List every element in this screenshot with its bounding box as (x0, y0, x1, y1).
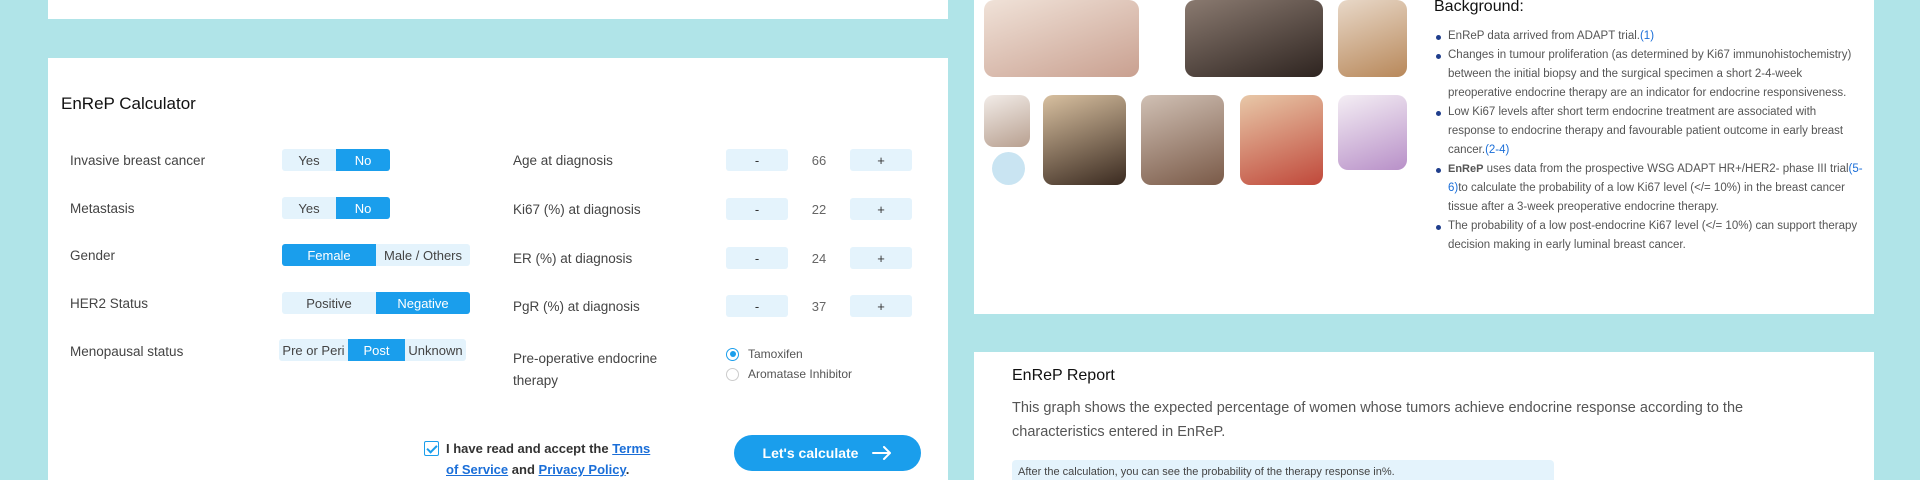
woman-photo-6 (1141, 95, 1224, 185)
menopausal-label: Menopausal status (70, 344, 184, 359)
age-increment-button[interactable]: + (850, 149, 912, 171)
report-description: This graph shows the expected percentage… (1012, 400, 1744, 440)
metastasis-no-option[interactable]: No (336, 197, 390, 219)
woman-photo-8 (1338, 95, 1407, 170)
er-value[interactable]: 24 (788, 251, 850, 266)
her2-toggle: Positive Negative (282, 292, 470, 314)
calculator-card (48, 58, 948, 480)
invasive-label: Invasive breast cancer (70, 153, 206, 168)
woman-photo-5 (1043, 95, 1126, 185)
metastasis-toggle: Yes No (282, 197, 390, 219)
age-decrement-button[interactable]: - (726, 149, 788, 171)
previous-section-card (48, 0, 948, 19)
background-item: EnReP uses data from the prospective WSG… (1434, 160, 1864, 217)
gender-toggle: Female Male / Others (282, 244, 470, 266)
pgr-stepper: - 37 + (726, 295, 912, 317)
woman-photo-1 (984, 0, 1139, 77)
ki67-value[interactable]: 22 (788, 202, 850, 217)
terms-prefix: I have read and accept the (446, 441, 609, 456)
gender-female-option[interactable]: Female (282, 244, 376, 266)
background-item-text: The probability of a low post-endocrine … (1448, 220, 1858, 251)
her2-positive-option[interactable]: Positive (282, 292, 376, 314)
age-stepper: - 66 + (726, 149, 912, 171)
invasive-no-option[interactable]: No (336, 149, 390, 171)
pgr-decrement-button[interactable]: - (726, 295, 788, 317)
ki67-decrement-button[interactable]: - (726, 198, 788, 220)
radio-checked-icon[interactable] (726, 347, 739, 361)
woman-photo-7 (1240, 95, 1323, 185)
photo-placeholder-circle (992, 152, 1025, 185)
background-item-text: EnReP data arrived from ADAPT trial. (1448, 30, 1640, 42)
her2-label: HER2 Status (70, 296, 149, 311)
background-item: Low Ki67 levels after short term endocri… (1434, 103, 1864, 160)
her2-negative-option[interactable]: Negative (376, 292, 470, 314)
invasive-yes-option[interactable]: Yes (282, 149, 336, 171)
woman-photo-2 (1185, 0, 1323, 77)
ki67-label: Ki67 (%) at diagnosis (513, 202, 641, 217)
arrow-right-icon (872, 446, 892, 460)
calculate-label: Let's calculate (762, 445, 859, 461)
pgr-label: PgR (%) at diagnosis (513, 299, 640, 314)
menopausal-toggle: Pre or Peri Post Unknown (279, 339, 466, 361)
enrep-brand: EnReP (1448, 163, 1484, 175)
pgr-value[interactable]: 37 (788, 299, 850, 314)
age-value[interactable]: 66 (788, 153, 850, 168)
er-decrement-button[interactable]: - (726, 247, 788, 269)
er-label: ER (%) at diagnosis (513, 251, 633, 266)
aromatase-label: Aromatase Inhibitor (748, 367, 853, 381)
menopausal-unknown-option[interactable]: Unknown (405, 339, 466, 361)
menopausal-post-option[interactable]: Post (348, 339, 405, 361)
invasive-toggle: Yes No (282, 149, 390, 171)
background-item-text: uses data from the prospective WSG ADAPT… (1483, 163, 1849, 175)
therapy-option-aromatase[interactable]: Aromatase Inhibitor (726, 367, 852, 381)
gender-male-option[interactable]: Male / Others (376, 244, 470, 266)
tamoxifen-label: Tamoxifen (748, 347, 803, 361)
terms-consent: I have read and accept the Terms of Serv… (424, 438, 654, 480)
radio-unchecked-icon[interactable] (726, 367, 739, 381)
terms-and: and (511, 462, 535, 477)
terms-suffix: . (625, 462, 630, 477)
background-list: EnReP data arrived from ADAPT trial.(1) … (1434, 27, 1864, 255)
background-item: EnReP data arrived from ADAPT trial.(1) (1434, 27, 1864, 46)
pgr-increment-button[interactable]: + (850, 295, 912, 317)
reference-link[interactable]: (1) (1640, 30, 1654, 42)
terms-checkbox[interactable] (424, 441, 439, 456)
background-item-text: Changes in tumour proliferation (as dete… (1448, 49, 1852, 99)
background-item: The probability of a low post-endocrine … (1434, 217, 1864, 255)
report-note: After the calculation, you can see the p… (1012, 460, 1554, 480)
er-stepper: - 24 + (726, 247, 912, 269)
background-title: Background: (1434, 0, 1524, 15)
metastasis-label: Metastasis (70, 201, 135, 216)
privacy-policy-link[interactable]: Privacy Policy (539, 462, 626, 477)
woman-photo-3 (1338, 0, 1407, 77)
calculator-title: EnReP Calculator (61, 94, 196, 113)
woman-photo-4 (984, 95, 1030, 147)
background-item: Changes in tumour proliferation (as dete… (1434, 46, 1864, 103)
background-item-text: to calculate the probability of a low Ki… (1448, 182, 1845, 213)
menopausal-pre-option[interactable]: Pre or Peri (279, 339, 348, 361)
er-increment-button[interactable]: + (850, 247, 912, 269)
therapy-label: Pre-operative endocrine therapy (513, 351, 658, 388)
ki67-increment-button[interactable]: + (850, 198, 912, 220)
metastasis-yes-option[interactable]: Yes (282, 197, 336, 219)
therapy-option-tamoxifen[interactable]: Tamoxifen (726, 347, 803, 361)
age-label: Age at diagnosis (513, 153, 613, 168)
reference-link[interactable]: (2-4) (1485, 144, 1509, 156)
ki67-stepper: - 22 + (726, 198, 912, 220)
gender-label: Gender (70, 248, 116, 263)
report-title: EnReP Report (1012, 367, 1115, 384)
calculate-button[interactable]: Let's calculate (734, 435, 921, 471)
